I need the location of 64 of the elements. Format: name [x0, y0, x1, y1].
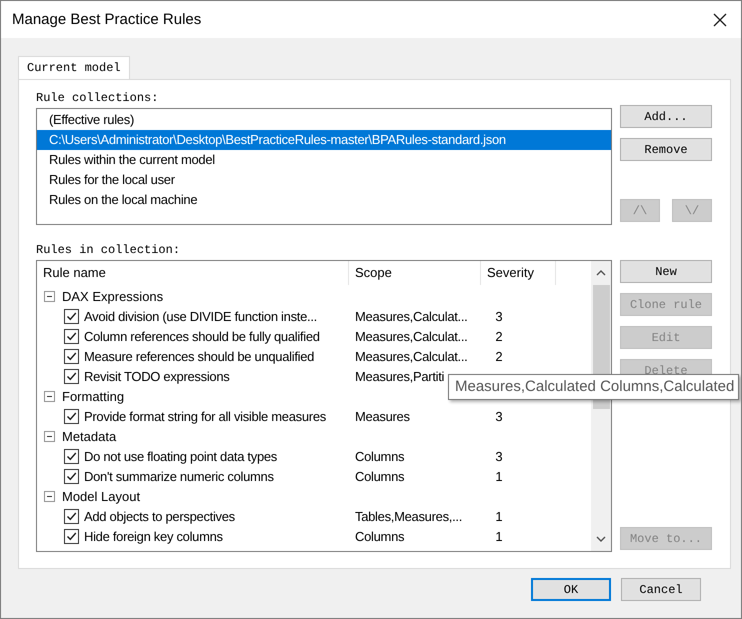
- rule-scope: Columns: [355, 528, 406, 544]
- scroll-up-icon[interactable]: [596, 270, 606, 276]
- rule-severity: 1: [494, 468, 504, 484]
- group-label: Model Layout: [62, 488, 140, 504]
- rule-name: Column references should be fully qualified: [84, 328, 321, 344]
- rule-severity: 1: [494, 528, 504, 544]
- checkbox[interactable]: [64, 368, 79, 384]
- group-label: DAX Expressions: [62, 288, 164, 304]
- rule-scope: Measures,Calculat...: [355, 348, 468, 364]
- rule-name: Don't summarize numeric columns: [84, 468, 275, 484]
- rule-scope: Measures,Calculat...: [355, 328, 468, 344]
- rule-name: Avoid division (use DIVIDE function inste...: [84, 308, 318, 324]
- group-label: Metadata: [62, 428, 116, 444]
- rule-name: Provide format string for all visible measures: [84, 408, 327, 424]
- checkbox[interactable]: [64, 408, 79, 424]
- rule-severity: 3: [494, 448, 504, 464]
- rule-scope: Tables,Measures,...: [355, 508, 464, 524]
- collapse-icon[interactable]: [44, 290, 55, 302]
- button[interactable]: New: [620, 260, 712, 283]
- rule-name: Do not use floating point data types: [84, 448, 278, 464]
- rule-scope: Measures,Calculat...: [355, 308, 468, 324]
- rule-name: Add objects to perspectives: [84, 508, 236, 524]
- rule-scope: Measures: [355, 408, 411, 424]
- rule-name: Measure references should be unqualified: [84, 348, 316, 364]
- rule-name: Revisit TODO expressions: [84, 368, 230, 384]
- checkbox[interactable]: [64, 468, 79, 484]
- rule-severity: 3: [494, 308, 504, 324]
- list-item[interactable]: (Effective rules): [37, 110, 611, 130]
- group-label: Formatting: [62, 388, 124, 404]
- list-item[interactable]: C:\Users\Administrator\Desktop\BestPracticeRules-master\BPARules-standard.json: [37, 130, 611, 150]
- list-item[interactable]: Rules for the local user: [37, 170, 611, 190]
- checkbox[interactable]: [64, 508, 79, 524]
- section-label: Rules in collection:: [36, 243, 182, 257]
- tooltip: Measures,Calculated Columns,Calculated: [448, 374, 740, 400]
- checkbox[interactable]: [64, 308, 79, 324]
- scroll-down-icon[interactable]: [596, 536, 606, 542]
- button[interactable]: Cancel: [621, 578, 701, 601]
- collapse-icon[interactable]: [44, 430, 55, 442]
- button[interactable]: Remove: [620, 138, 712, 161]
- rule-severity: 3: [494, 408, 504, 424]
- checkbox[interactable]: [64, 348, 79, 364]
- rule-severity: 2: [494, 328, 504, 344]
- rule-name: Hide foreign key columns: [84, 528, 224, 544]
- rule-severity: 1: [494, 508, 504, 524]
- close-icon[interactable]: [713, 12, 727, 26]
- button[interactable]: Add...: [620, 105, 712, 128]
- column-header[interactable]: Severity: [481, 261, 556, 285]
- list-item[interactable]: Rules within the current model: [37, 150, 611, 170]
- rule-severity: 2: [494, 348, 504, 364]
- rule-scope: Measures,Partiti: [355, 368, 446, 384]
- list-item[interactable]: Rules on the local machine: [37, 190, 611, 210]
- collapse-icon[interactable]: [44, 390, 55, 402]
- section-label: Rule collections:: [36, 91, 160, 105]
- checkbox[interactable]: [64, 528, 79, 544]
- checkbox[interactable]: [64, 448, 79, 464]
- column-header[interactable]: Scope: [349, 261, 481, 285]
- column-header[interactable]: Rule name: [37, 261, 349, 285]
- window-title: Manage Best Practice Rules: [12, 11, 202, 28]
- rule-scope: Columns: [355, 448, 406, 464]
- tab[interactable]: Current model: [18, 56, 130, 79]
- rule-scope: Columns: [355, 468, 406, 484]
- collapse-icon[interactable]: [44, 490, 55, 502]
- checkbox[interactable]: [64, 328, 79, 344]
- button[interactable]: OK: [531, 578, 611, 601]
